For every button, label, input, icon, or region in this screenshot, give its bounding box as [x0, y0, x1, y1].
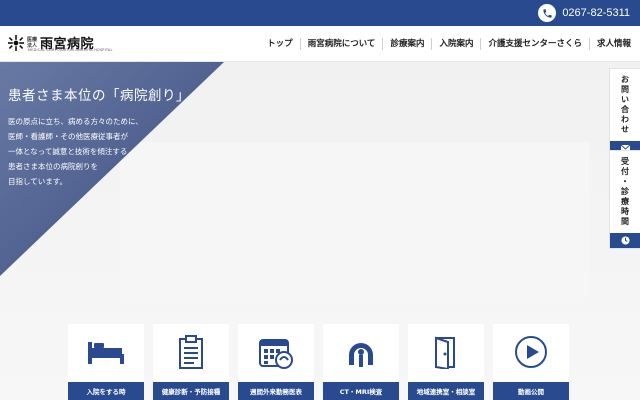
- phone-number: 0267-82-5311: [562, 7, 630, 19]
- nav-item-admission-guide[interactable]: 入院案内: [431, 38, 480, 50]
- site-header: 医療 法人 雨宮病院 MEDICAL CORPORATION AMEMIYA H…: [0, 26, 640, 62]
- clipboard-icon: [153, 334, 229, 370]
- hero-line: 医の原点に立ち、病める方々のために、: [8, 117, 143, 126]
- card-regional-liaison-label: 地域連携室・相談室: [408, 382, 484, 400]
- card-doctor-schedule-label: 週間外来勤務医表: [238, 382, 314, 400]
- card-ct-mri-label: CT・MRI検査: [323, 382, 399, 400]
- hero-description: 医の原点に立ち、病める方々のために、 医師・看護師・その他医療従事者が 一体とな…: [8, 114, 143, 189]
- phone-contact[interactable]: 0267-82-5311: [538, 4, 630, 22]
- hero-line: 患者さま本位の病院創りを: [8, 162, 98, 171]
- quick-links: 入院をする時 健康診断・予防接種 週間外来勤務医表 CT・MRI検査 地域連携室…: [68, 324, 569, 400]
- mri-scanner-icon: [323, 334, 399, 370]
- hero-line: 一体となって誠意と技術を傾注する: [8, 147, 128, 156]
- side-tab-contact-label: お問い合わせ: [620, 75, 630, 135]
- top-bar: 0267-82-5311: [0, 0, 640, 26]
- phone-icon: [538, 4, 557, 22]
- hospital-logo[interactable]: 医療 法人 雨宮病院 MEDICAL CORPORATION AMEMIYA H…: [8, 33, 112, 52]
- hero-line: 医師・看護師・その他医療従事者が: [8, 132, 128, 141]
- door-icon: [408, 334, 484, 370]
- card-video[interactable]: 動画公開: [493, 324, 569, 400]
- clock-icon: [610, 233, 640, 248]
- nav-item-medical-guide[interactable]: 診療案内: [382, 38, 431, 50]
- card-ct-mri[interactable]: CT・MRI検査: [323, 324, 399, 400]
- side-tab-hours-label: 受付・診療時間: [620, 157, 630, 227]
- nav-item-care-center[interactable]: 介護支援センターさくら: [480, 38, 589, 50]
- calendar-icon: [238, 334, 314, 370]
- nav-item-recruit[interactable]: 求人情報: [588, 38, 638, 50]
- card-regional-liaison[interactable]: 地域連携室・相談室: [408, 324, 484, 400]
- side-tab-hours[interactable]: 受付・診療時間: [609, 150, 640, 249]
- bed-icon: [68, 334, 144, 370]
- card-health-checkup-label: 健康診断・予防接種: [153, 382, 229, 400]
- nav-item-about[interactable]: 雨宮病院について: [299, 38, 383, 50]
- logo-subtitle: MEDICAL CORPORATION AMEMIYA HOSPITAL: [28, 48, 113, 52]
- card-doctor-schedule[interactable]: 週間外来勤務医表: [238, 324, 314, 400]
- logo-emblem-icon: [8, 34, 24, 51]
- hero-title: 患者さま本位の「病院創り」: [8, 88, 190, 104]
- side-tab-contact[interactable]: お問い合わせ: [609, 68, 640, 157]
- card-admission[interactable]: 入院をする時: [68, 324, 144, 400]
- hero-line: 目指しています。: [8, 177, 68, 186]
- main-nav: トップ 雨宮病院について 診療案内 入院案内 介護支援センターさくら 求人情報: [260, 26, 638, 62]
- card-video-label: 動画公開: [493, 382, 569, 400]
- card-admission-label: 入院をする時: [68, 382, 144, 400]
- nav-item-top[interactable]: トップ: [260, 38, 300, 50]
- logo-corp-type: 医療 法人: [27, 36, 38, 49]
- card-health-checkup[interactable]: 健康診断・予防接種: [153, 324, 229, 400]
- play-icon: [493, 334, 569, 370]
